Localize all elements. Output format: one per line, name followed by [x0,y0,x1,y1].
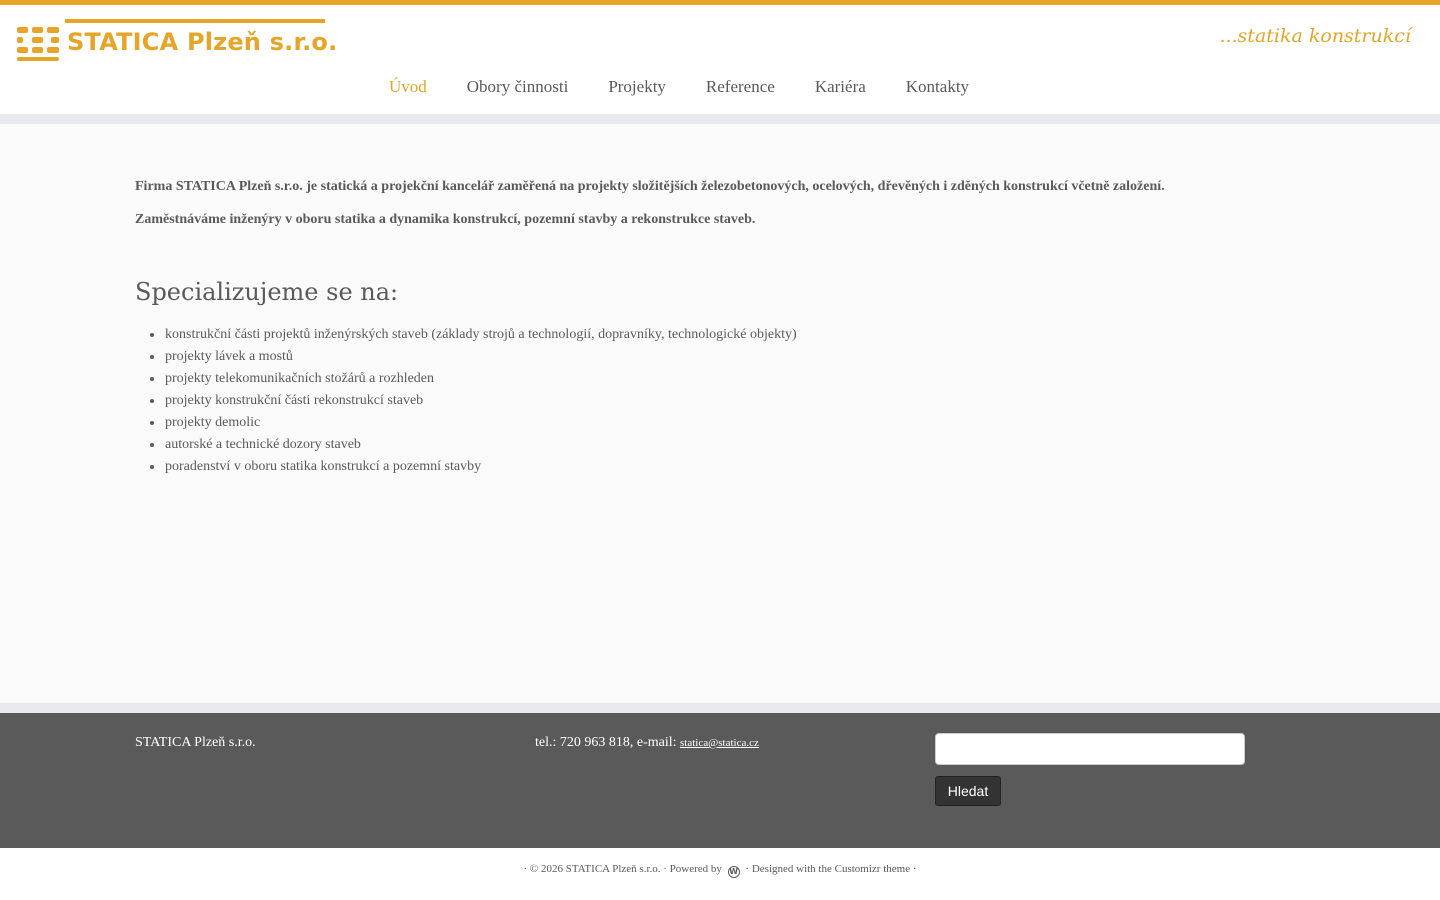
specialization-list: konstrukční části projektů inženýrských … [150,324,797,478]
nav-item-reference[interactable]: Reference [686,76,795,100]
list-item: projekty lávek a mostů [150,346,797,368]
list-item: projekty konstrukční části rekonstrukcí … [150,390,797,412]
site-header: STATICA Plzeň s.r.o. ...statika konstruk… [0,5,1440,114]
logo-mark-icon [17,27,61,63]
site-logo[interactable]: STATICA Plzeň s.r.o. [17,19,337,65]
search-input[interactable] [935,733,1245,765]
theme-credit-link[interactable]: · Designed with the Customizr theme · [745,863,916,875]
footer-widgets: STATICA Plzeň s.r.o. tel.: 720 963 818, … [0,713,1440,848]
nav-item-kontakty[interactable]: Kontakty [886,76,989,100]
nav-item-projekty[interactable]: Projekty [588,76,686,100]
nav-item-kariera[interactable]: Kariéra [795,76,886,100]
logo-text: STATICA Plzeň s.r.o. [67,28,338,56]
copyright-text: · © 2026 STATICA Plzeň s.r.o. · Powered … [523,863,722,875]
nav-item-obory-cinnosti[interactable]: Obory činnosti [447,76,589,100]
header-separator [0,114,1440,124]
list-item: projekty telekomunikačních stožárů a roz… [150,368,797,390]
footer-phone-text: tel.: 720 963 818, e-mail: [535,735,681,750]
footer-separator [0,703,1440,713]
site-tagline: ...statika konstrukcí [1219,25,1411,47]
footer-company-name: STATICA Plzeň s.r.o. [135,735,256,750]
wordpress-icon[interactable]: W [727,866,740,878]
search-button[interactable]: Hledat [935,776,1001,806]
main-content: Firma STATICA Plzeň s.r.o. je statická a… [0,124,1440,703]
intro-paragraph-2: Zaměstnáváme inženýry v oboru statika a … [135,212,756,227]
list-item: projekty demolic [150,412,797,434]
footer-contact: tel.: 720 963 818, e-mail: statica@stati… [535,735,759,751]
specialization-heading: Specializujeme se na: [135,278,399,306]
nav-item-uvod[interactable]: Úvod [369,76,447,100]
list-item: poradenství v oboru statika konstrukcí a… [150,456,797,478]
intro-paragraph-1: Firma STATICA Plzeň s.r.o. je statická a… [135,179,1165,194]
logo-bar [65,19,325,23]
colophon: · © 2026 STATICA Plzeň s.r.o. · Powered … [0,848,1440,900]
footer-email-link[interactable]: statica@statica.cz [680,737,759,749]
list-item: autorské a technické dozory staveb [150,434,797,456]
main-navigation: Úvod Obory činnosti Projekty Reference K… [369,76,989,100]
list-item: konstrukční části projektů inženýrských … [150,324,797,346]
